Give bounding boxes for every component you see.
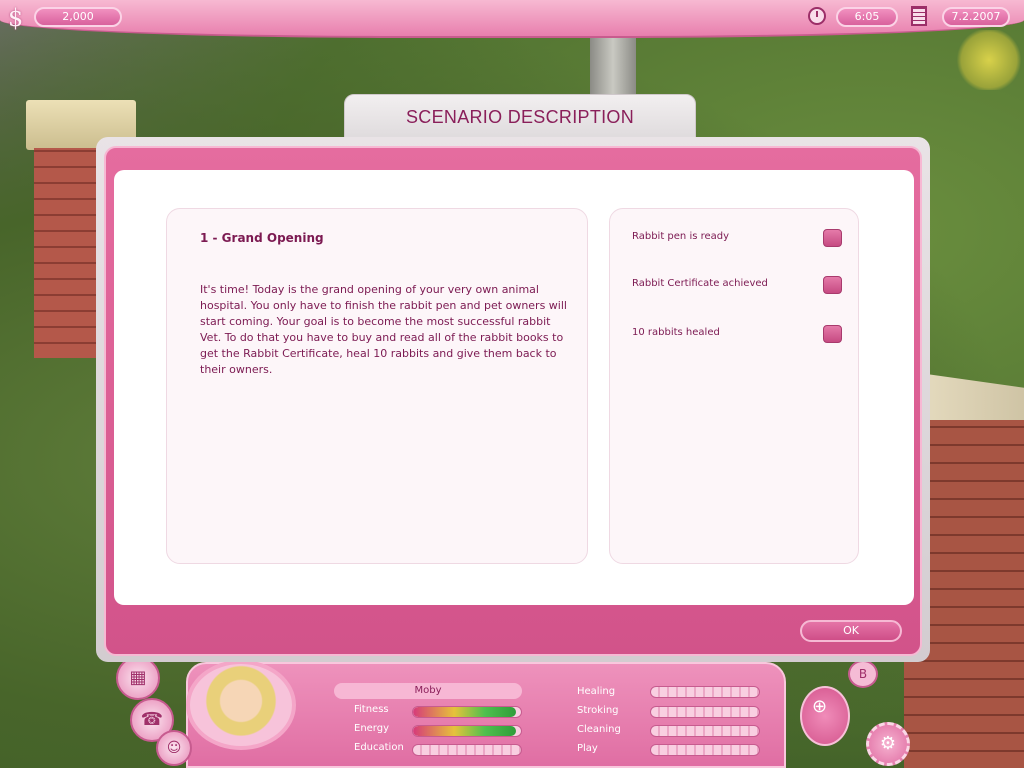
crib-button[interactable]: ▦ [116,656,160,700]
stat-bar-education [412,744,522,756]
top-status-bar: $ 2,000 6:05 7.2.2007 [0,0,1024,38]
crib-icon: ▦ [129,667,147,688]
stat-bar-energy [412,725,522,737]
skill-bar-cleaning [650,725,760,737]
zoom-icon: ⊕ [812,696,828,717]
goal-label: Rabbit pen is ready [632,231,730,242]
skill-bar-play [650,744,760,756]
goal-checkbox [823,276,842,294]
dollar-icon: $ [8,4,24,32]
goals-panel: Rabbit pen is ready Rabbit Certificate a… [609,208,859,564]
scenario-title: 1 - Grand Opening [200,231,324,245]
stat-bar-fitness [412,706,522,718]
goal-item: Rabbit Certificate achieved [632,276,842,296]
stat-fill-energy [413,726,516,736]
dialog-title: SCENARIO DESCRIPTION [405,107,635,127]
skill-label-cleaning: Cleaning [577,724,621,735]
gear-icon: ⚙ [879,733,897,754]
time-display: 6:05 [836,7,898,27]
character-icon: ☺ [166,740,182,756]
skill-bar-healing [650,686,760,698]
ok-button[interactable]: OK [800,620,902,642]
character-portrait [186,660,296,750]
skill-label-play: Play [577,743,598,754]
settings-button[interactable]: ⚙ [866,722,910,766]
clock-icon [808,7,826,25]
stat-label-energy: Energy [354,723,390,734]
character-name: Moby [334,683,522,699]
calculator-icon [911,6,927,26]
scenario-text: It's time! Today is the grand opening of… [200,283,567,376]
goal-label: Rabbit Certificate achieved [632,278,768,289]
date-display: 7.2.2007 [942,7,1010,27]
skill-label-healing: Healing [577,686,616,697]
stat-fill-fitness [413,707,516,717]
scenario-description-panel: 1 - Grand Opening It's time! Today is th… [166,208,588,564]
skill-bar-stroking [650,706,760,718]
goal-checkbox [823,325,842,343]
skill-label-stroking: Stroking [577,705,619,716]
goal-checkbox [823,229,842,247]
character-button[interactable]: ☺ [156,730,192,766]
stat-label-education: Education [354,742,404,753]
goal-item: 10 rabbits healed [632,325,842,345]
goal-label: 10 rabbits healed [632,327,720,338]
foliage [954,30,1024,90]
camera-button[interactable]: B [848,660,878,688]
goal-item: Rabbit pen is ready [632,229,842,249]
stat-label-fitness: Fitness [354,704,389,715]
money-display: 2,000 [34,7,122,27]
